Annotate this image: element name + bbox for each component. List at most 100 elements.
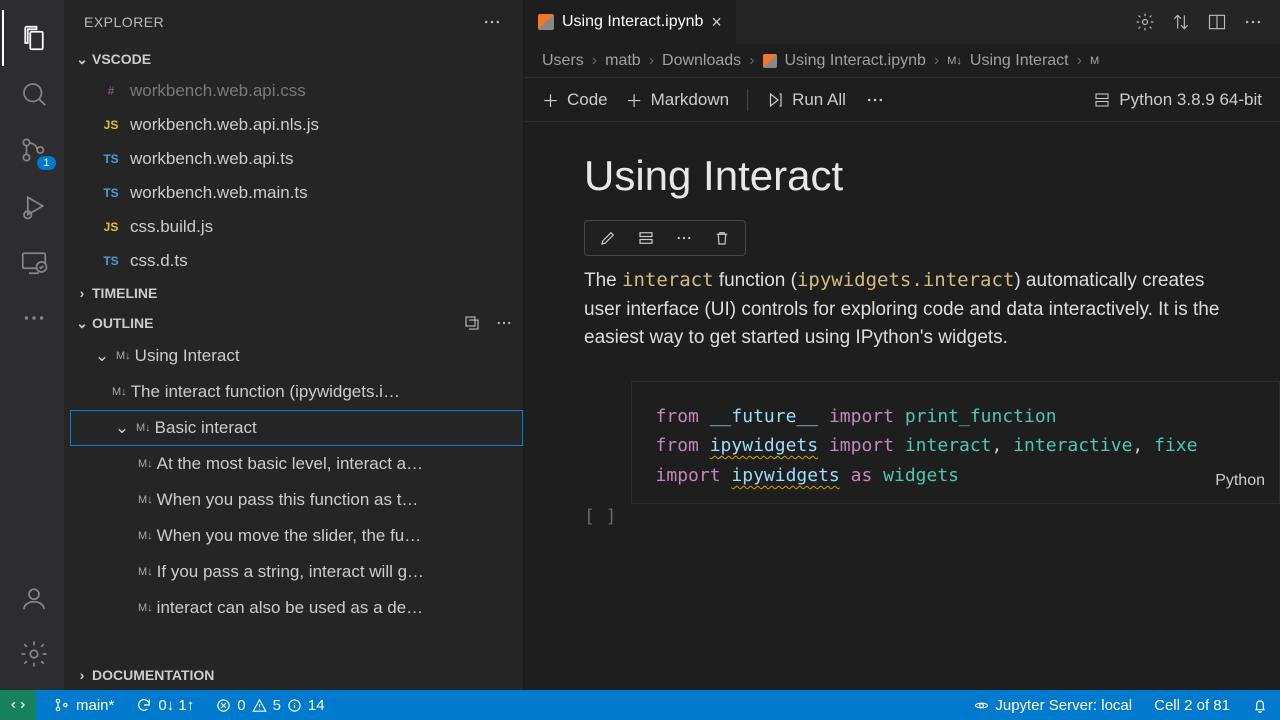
file-row[interactable]: TSworkbench.web.main.ts [100, 176, 523, 210]
tab-bar: Using Interact.ipynb × [524, 0, 1280, 44]
section-outline[interactable]: ⌄ OUTLINE [64, 308, 523, 338]
notebook-body[interactable]: Using Interact The interact function (ip… [524, 122, 1280, 690]
code-block[interactable]: from __future__ import print_function fr… [631, 381, 1280, 504]
file-row[interactable]: JScss.build.js [100, 210, 523, 244]
info-count: 14 [308, 697, 325, 714]
outline-item[interactable]: M↓ The interact function (ipywidgets.i… [70, 374, 523, 410]
more-icon[interactable] [864, 89, 886, 111]
delete-icon[interactable] [711, 227, 733, 249]
markdown-icon: M↓ [947, 55, 962, 67]
breadcrumb-item[interactable]: Downloads [662, 52, 741, 70]
edit-icon[interactable] [597, 227, 619, 249]
explorer-sidebar: EXPLORER ⌄ VSCODE #workbench.web.api.css… [64, 0, 524, 690]
outline-item[interactable]: ⌄M↓Basic interact [70, 410, 523, 446]
outline-item[interactable]: M↓When you move the slider, the fu… [70, 518, 523, 554]
configure-icon[interactable] [1134, 11, 1156, 33]
git-sync[interactable]: 0↓ 1↑ [132, 697, 198, 714]
add-markdown-button[interactable]: ＋Markdown [626, 87, 729, 112]
section-label: TIMELINE [92, 285, 157, 301]
settings-activity[interactable] [6, 626, 62, 682]
more-icon[interactable] [481, 11, 503, 33]
button-label: Run All [792, 90, 846, 110]
close-icon[interactable]: × [711, 12, 722, 33]
breadcrumb[interactable]: Users› matb› Downloads› Using Interact.i… [524, 44, 1280, 78]
cell-label: Cell 2 of 81 [1154, 697, 1230, 714]
outline-label: interact can also be used as a de… [157, 598, 424, 618]
split-cell-icon[interactable] [635, 227, 657, 249]
file-row[interactable]: TSworkbench.web.api.ts [100, 142, 523, 176]
scm-activity[interactable]: 1 [6, 122, 62, 178]
outline-item[interactable]: M↓At the most basic level, interact a… [70, 446, 523, 482]
outline-label: Using Interact [135, 346, 240, 366]
file-name: workbench.web.main.ts [130, 183, 308, 203]
outline-label: The interact function (ipywidgets.i… [131, 382, 400, 402]
file-name: css.d.ts [130, 251, 188, 271]
code-cell[interactable]: [ ] from __future__ import print_functio… [584, 381, 1280, 527]
search-activity[interactable] [6, 66, 62, 122]
cell-position[interactable]: Cell 2 of 81 [1150, 697, 1234, 714]
plus-icon: ＋ [626, 87, 643, 112]
file-type-icon: # [100, 84, 122, 98]
split-icon[interactable] [1206, 11, 1228, 33]
git-branch[interactable]: main* [50, 697, 118, 714]
notebook-icon [538, 14, 554, 30]
section-label: DOCUMENTATION [92, 667, 214, 683]
collapse-all-icon[interactable] [461, 312, 483, 334]
scm-badge: 1 [37, 156, 55, 170]
tab-notebook[interactable]: Using Interact.ipynb × [524, 0, 737, 44]
remote-activity[interactable] [6, 234, 62, 290]
notebook-text: The interact function (ipywidgets.intera… [584, 266, 1224, 353]
remote-indicator[interactable] [0, 690, 36, 720]
branch-label: main* [76, 697, 114, 714]
file-type-icon: JS [100, 118, 122, 132]
outline-label: Basic interact [155, 418, 257, 438]
outline-label: If you pass a string, interact will g… [157, 562, 424, 582]
run-debug-activity[interactable] [6, 178, 62, 234]
breadcrumb-item[interactable]: matb [605, 52, 641, 70]
jupyter-server[interactable]: Jupyter Server: local [970, 697, 1136, 714]
more-icon[interactable] [493, 312, 515, 334]
outline-item[interactable]: M↓ If you pass a string, interact will g… [70, 554, 523, 590]
play-icon [766, 91, 784, 109]
chevron-right-icon: › [72, 285, 92, 301]
chevron-down-icon: ⌄ [72, 315, 92, 332]
kernel-selector[interactable]: Python 3.8.9 64-bit [1093, 90, 1262, 110]
section-label: VSCODE [92, 51, 151, 67]
problems-indicator[interactable]: 0 5 14 [212, 697, 328, 714]
more-activity[interactable] [6, 290, 62, 346]
chevron-down-icon: ⌄ [112, 418, 132, 438]
file-row[interactable]: #workbench.web.api.css [100, 74, 523, 108]
code-language-label[interactable]: Python [1215, 468, 1265, 494]
section-documentation[interactable]: › DOCUMENTATION [64, 660, 523, 690]
outline-list: ⌄M↓Using Interact M↓The interact functio… [64, 338, 523, 660]
diff-icon[interactable] [1170, 11, 1192, 33]
more-icon[interactable] [1242, 11, 1264, 33]
account-activity[interactable] [6, 570, 62, 626]
outline-item[interactable]: M↓interact can also be used as a de… [70, 590, 523, 626]
breadcrumb-item[interactable]: Users [542, 52, 584, 70]
sync-label: 0↓ 1↑ [158, 697, 194, 714]
activity-bar: 1 [0, 0, 64, 690]
file-row[interactable]: TScss.d.ts [100, 244, 523, 278]
outline-item[interactable]: M↓When you pass this function as t… [70, 482, 523, 518]
notifications-icon[interactable] [1248, 697, 1272, 713]
run-all-button[interactable]: Run All [766, 90, 846, 110]
explorer-activity[interactable] [6, 10, 62, 66]
markdown-icon: M↓ [138, 494, 153, 506]
jupyter-label: Jupyter Server: local [995, 697, 1132, 714]
breadcrumb-item[interactable]: Using Interact [970, 52, 1069, 70]
markdown-icon: M↓ [112, 386, 127, 398]
markdown-icon: M↓ [138, 566, 153, 578]
chevron-down-icon: ⌄ [92, 346, 112, 366]
markdown-icon: M [1090, 55, 1099, 67]
add-code-button[interactable]: ＋Code [542, 87, 608, 112]
section-timeline[interactable]: › TIMELINE [64, 278, 523, 308]
outline-item[interactable]: ⌄M↓Using Interact [70, 338, 523, 374]
file-name: css.build.js [130, 217, 213, 237]
breadcrumb-item[interactable]: Using Interact.ipynb [785, 52, 926, 70]
more-icon[interactable] [673, 227, 695, 249]
file-name: workbench.web.api.nls.js [130, 115, 319, 135]
section-vscode[interactable]: ⌄ VSCODE [64, 44, 523, 74]
file-row[interactable]: JS workbench.web.api.nls.js [100, 108, 523, 142]
markdown-icon: M↓ [138, 458, 153, 470]
